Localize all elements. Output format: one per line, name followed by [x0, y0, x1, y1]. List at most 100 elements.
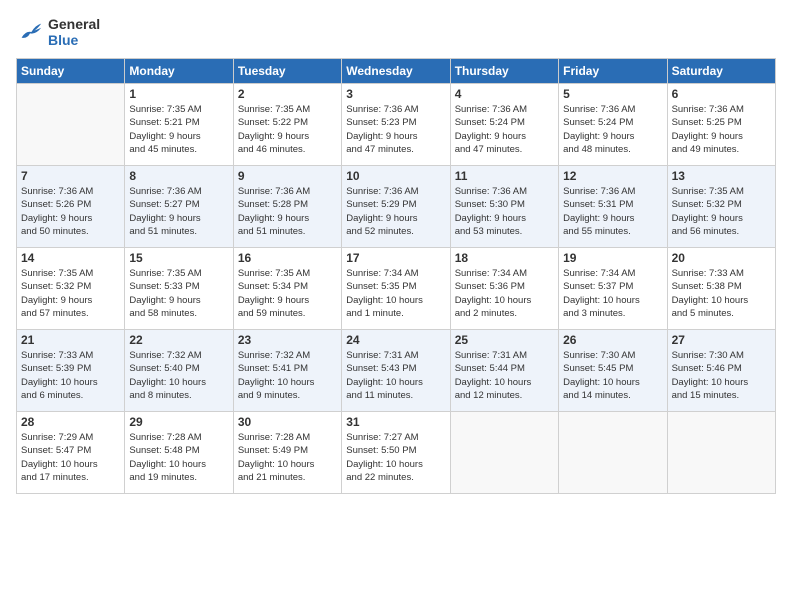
- day-info: Sunrise: 7:32 AM Sunset: 5:41 PM Dayligh…: [238, 349, 337, 402]
- day-number: 24: [346, 333, 445, 347]
- calendar-cell: 30Sunrise: 7:28 AM Sunset: 5:49 PM Dayli…: [233, 412, 341, 494]
- calendar-cell: 23 Sunrise: 7:32 AM Sunset: 5:41 PM Dayli…: [233, 330, 341, 412]
- calendar-cell: 22Sunrise: 7:32 AM Sunset: 5:40 PM Dayli…: [125, 330, 233, 412]
- calendar-cell: 10 Sunrise: 7:36 AM Sunset: 5:29 PM Dayli…: [342, 166, 450, 248]
- day-info: Sunrise: 7:34 AM Sunset: 5:37 PM Dayligh…: [563, 267, 662, 320]
- calendar-cell: 29Sunrise: 7:28 AM Sunset: 5:48 PM Dayli…: [125, 412, 233, 494]
- calendar-cell: 9 Sunrise: 7:36 AM Sunset: 5:28 PM Daylig…: [233, 166, 341, 248]
- day-number: 10: [346, 169, 445, 183]
- day-info: Sunrise: 7:35 AM Sunset: 5:34 PM Dayligh…: [238, 267, 337, 320]
- day-info: Sunrise: 7:33 AM Sunset: 5:39 PM Dayligh…: [21, 349, 120, 402]
- calendar-cell: 28 Sunrise: 7:29 AM Sunset: 5:47 PM Dayli…: [17, 412, 125, 494]
- day-number: 11: [455, 169, 554, 183]
- calendar-cell: 19 Sunrise: 7:34 AM Sunset: 5:37 PM Dayli…: [559, 248, 667, 330]
- day-info: Sunrise: 7:33 AM Sunset: 5:38 PM Dayligh…: [672, 267, 771, 320]
- day-number: 7: [21, 169, 120, 183]
- calendar-cell: 14 Sunrise: 7:35 AM Sunset: 5:32 PM Dayli…: [17, 248, 125, 330]
- calendar-cell: 2 Sunrise: 7:35 AM Sunset: 5:22 PM Daylig…: [233, 84, 341, 166]
- logo: General Blue: [16, 16, 100, 48]
- day-header-wednesday: Wednesday: [342, 59, 450, 84]
- day-info: Sunrise: 7:35 AM Sunset: 5:21 PM Dayligh…: [129, 103, 228, 156]
- day-number: 14: [21, 251, 120, 265]
- day-info: Sunrise: 7:30 AM Sunset: 5:45 PM Dayligh…: [563, 349, 662, 402]
- calendar-table: SundayMondayTuesdayWednesdayThursdayFrid…: [16, 58, 776, 494]
- calendar-cell: 24Sunrise: 7:31 AM Sunset: 5:43 PM Dayli…: [342, 330, 450, 412]
- day-header-tuesday: Tuesday: [233, 59, 341, 84]
- calendar-cell: 5 Sunrise: 7:36 AM Sunset: 5:24 PM Daylig…: [559, 84, 667, 166]
- calendar-week-5: 28 Sunrise: 7:29 AM Sunset: 5:47 PM Dayli…: [17, 412, 776, 494]
- day-info: Sunrise: 7:29 AM Sunset: 5:47 PM Dayligh…: [21, 431, 120, 484]
- calendar-cell: 6Sunrise: 7:36 AM Sunset: 5:25 PM Daylig…: [667, 84, 775, 166]
- calendar-cell: 1 Sunrise: 7:35 AM Sunset: 5:21 PM Daylig…: [125, 84, 233, 166]
- calendar-cell: 31 Sunrise: 7:27 AM Sunset: 5:50 PM Dayli…: [342, 412, 450, 494]
- calendar-cell: 20Sunrise: 7:33 AM Sunset: 5:38 PM Dayli…: [667, 248, 775, 330]
- day-info: Sunrise: 7:36 AM Sunset: 5:25 PM Dayligh…: [672, 103, 771, 156]
- day-info: Sunrise: 7:31 AM Sunset: 5:44 PM Dayligh…: [455, 349, 554, 402]
- day-info: Sunrise: 7:36 AM Sunset: 5:23 PM Dayligh…: [346, 103, 445, 156]
- day-number: 8: [129, 169, 228, 183]
- calendar-cell: 26 Sunrise: 7:30 AM Sunset: 5:45 PM Dayli…: [559, 330, 667, 412]
- day-info: Sunrise: 7:35 AM Sunset: 5:33 PM Dayligh…: [129, 267, 228, 320]
- day-header-thursday: Thursday: [450, 59, 558, 84]
- day-header-friday: Friday: [559, 59, 667, 84]
- day-info: Sunrise: 7:36 AM Sunset: 5:24 PM Dayligh…: [455, 103, 554, 156]
- day-number: 19: [563, 251, 662, 265]
- day-header-monday: Monday: [125, 59, 233, 84]
- calendar-week-1: 1 Sunrise: 7:35 AM Sunset: 5:21 PM Daylig…: [17, 84, 776, 166]
- day-info: Sunrise: 7:30 AM Sunset: 5:46 PM Dayligh…: [672, 349, 771, 402]
- calendar-cell: 15 Sunrise: 7:35 AM Sunset: 5:33 PM Dayli…: [125, 248, 233, 330]
- day-header-sunday: Sunday: [17, 59, 125, 84]
- day-info: Sunrise: 7:35 AM Sunset: 5:22 PM Dayligh…: [238, 103, 337, 156]
- day-info: Sunrise: 7:27 AM Sunset: 5:50 PM Dayligh…: [346, 431, 445, 484]
- calendar-cell: [450, 412, 558, 494]
- day-number: 29: [129, 415, 228, 429]
- calendar-cell: 16 Sunrise: 7:35 AM Sunset: 5:34 PM Dayli…: [233, 248, 341, 330]
- day-header-saturday: Saturday: [667, 59, 775, 84]
- day-number: 15: [129, 251, 228, 265]
- day-number: 25: [455, 333, 554, 347]
- day-info: Sunrise: 7:36 AM Sunset: 5:29 PM Dayligh…: [346, 185, 445, 238]
- calendar-cell: 11 Sunrise: 7:36 AM Sunset: 5:30 PM Dayli…: [450, 166, 558, 248]
- day-number: 23: [238, 333, 337, 347]
- calendar-cell: 21Sunrise: 7:33 AM Sunset: 5:39 PM Dayli…: [17, 330, 125, 412]
- day-number: 30: [238, 415, 337, 429]
- page-header: General Blue: [16, 16, 776, 48]
- day-number: 16: [238, 251, 337, 265]
- day-number: 2: [238, 87, 337, 101]
- calendar-cell: 3 Sunrise: 7:36 AM Sunset: 5:23 PM Daylig…: [342, 84, 450, 166]
- day-info: Sunrise: 7:36 AM Sunset: 5:27 PM Dayligh…: [129, 185, 228, 238]
- day-info: Sunrise: 7:35 AM Sunset: 5:32 PM Dayligh…: [21, 267, 120, 320]
- day-info: Sunrise: 7:32 AM Sunset: 5:40 PM Dayligh…: [129, 349, 228, 402]
- day-number: 27: [672, 333, 771, 347]
- calendar-cell: [667, 412, 775, 494]
- day-number: 5: [563, 87, 662, 101]
- day-number: 26: [563, 333, 662, 347]
- calendar-cell: 7 Sunrise: 7:36 AM Sunset: 5:26 PM Daylig…: [17, 166, 125, 248]
- day-info: Sunrise: 7:36 AM Sunset: 5:24 PM Dayligh…: [563, 103, 662, 156]
- calendar-cell: 8 Sunrise: 7:36 AM Sunset: 5:27 PM Daylig…: [125, 166, 233, 248]
- calendar-week-2: 7 Sunrise: 7:36 AM Sunset: 5:26 PM Daylig…: [17, 166, 776, 248]
- calendar-cell: 25 Sunrise: 7:31 AM Sunset: 5:44 PM Dayli…: [450, 330, 558, 412]
- day-number: 18: [455, 251, 554, 265]
- day-info: Sunrise: 7:34 AM Sunset: 5:35 PM Dayligh…: [346, 267, 445, 320]
- calendar-cell: 12 Sunrise: 7:36 AM Sunset: 5:31 PM Dayli…: [559, 166, 667, 248]
- day-info: Sunrise: 7:36 AM Sunset: 5:30 PM Dayligh…: [455, 185, 554, 238]
- calendar-week-3: 14 Sunrise: 7:35 AM Sunset: 5:32 PM Dayli…: [17, 248, 776, 330]
- day-info: Sunrise: 7:36 AM Sunset: 5:31 PM Dayligh…: [563, 185, 662, 238]
- calendar-cell: 4 Sunrise: 7:36 AM Sunset: 5:24 PM Daylig…: [450, 84, 558, 166]
- day-number: 31: [346, 415, 445, 429]
- day-number: 28: [21, 415, 120, 429]
- day-info: Sunrise: 7:34 AM Sunset: 5:36 PM Dayligh…: [455, 267, 554, 320]
- day-info: Sunrise: 7:36 AM Sunset: 5:26 PM Dayligh…: [21, 185, 120, 238]
- calendar-week-4: 21Sunrise: 7:33 AM Sunset: 5:39 PM Dayli…: [17, 330, 776, 412]
- calendar-cell: [559, 412, 667, 494]
- day-number: 12: [563, 169, 662, 183]
- logo-icon: [16, 18, 44, 46]
- day-number: 1: [129, 87, 228, 101]
- day-number: 9: [238, 169, 337, 183]
- day-number: 3: [346, 87, 445, 101]
- calendar-cell: 17Sunrise: 7:34 AM Sunset: 5:35 PM Dayli…: [342, 248, 450, 330]
- day-number: 4: [455, 87, 554, 101]
- day-info: Sunrise: 7:36 AM Sunset: 5:28 PM Dayligh…: [238, 185, 337, 238]
- day-info: Sunrise: 7:35 AM Sunset: 5:32 PM Dayligh…: [672, 185, 771, 238]
